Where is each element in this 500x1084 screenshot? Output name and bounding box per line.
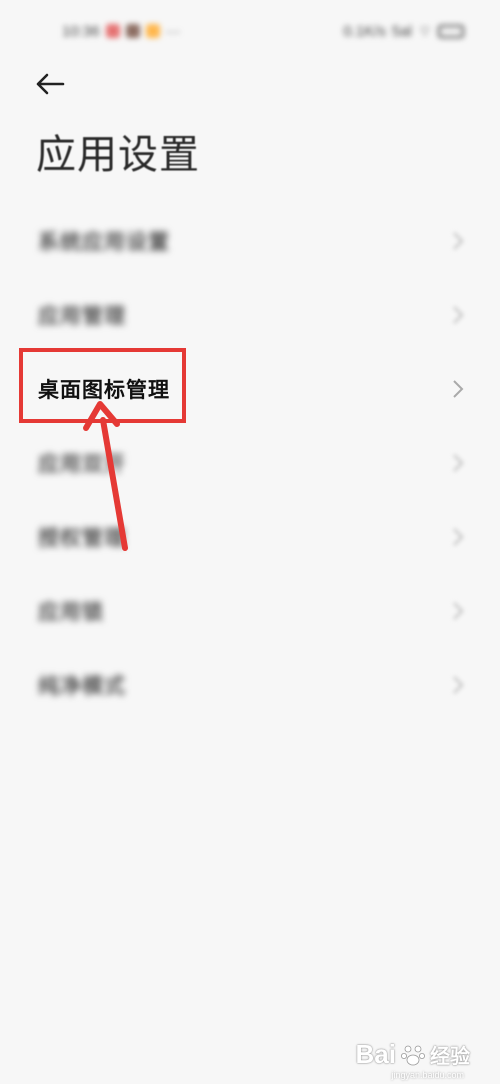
- menu-item-system-app-settings[interactable]: 系统应用设置: [0, 204, 500, 278]
- chevron-right-icon: [453, 232, 464, 250]
- status-bar-left: 10:36 ···: [62, 23, 181, 40]
- baidu-jingyan-watermark: Bai 经验: [356, 1039, 470, 1070]
- menu-item-pure-mode[interactable]: 纯净模式: [0, 648, 500, 722]
- menu-item-label: 纯净模式: [38, 674, 126, 698]
- menu-item-app-lock[interactable]: 应用锁: [0, 574, 500, 648]
- menu-item-label: 系统应用设置: [38, 230, 170, 254]
- menu-item-desktop-icon-management[interactable]: 桌面图标管理: [0, 352, 500, 426]
- menu-item-label: 桌面图标管理: [38, 378, 170, 402]
- notification-icon-3: [145, 24, 160, 38]
- chevron-right-icon: [453, 528, 464, 546]
- status-time: 10:36: [62, 22, 100, 40]
- more-notifications-icon: ···: [165, 22, 181, 40]
- wifi-icon: ⌔: [417, 22, 432, 40]
- menu-item-label: 应用管理: [38, 304, 126, 328]
- signal-icon: 5al: [391, 22, 412, 40]
- menu-item-label: 授权管理: [38, 526, 126, 550]
- watermark-brand-suffix: 经验: [430, 1046, 470, 1068]
- chevron-right-icon: [453, 306, 464, 324]
- menu-item-label: 应用锁: [38, 600, 104, 624]
- battery-icon: [438, 24, 464, 38]
- chevron-right-icon: [453, 676, 464, 694]
- paw-icon: [401, 1045, 425, 1065]
- watermark-brand: Bai: [355, 1039, 396, 1069]
- notification-icon-2: [125, 24, 140, 38]
- settings-menu-list: 系统应用设置 应用管理 桌面图标管理 应用双开 授权管理 应用锁 纯净模式: [0, 204, 500, 722]
- status-bar: 10:36 ··· 0.1K/s 5al ⌔: [0, 0, 500, 62]
- menu-item-dual-apps[interactable]: 应用双开: [0, 426, 500, 500]
- chevron-right-icon: [453, 380, 464, 398]
- back-button[interactable]: [30, 64, 70, 104]
- status-bar-right: 0.1K/s 5al ⌔: [343, 22, 464, 41]
- chevron-right-icon: [453, 602, 464, 620]
- menu-item-permission-management[interactable]: 授权管理: [0, 500, 500, 574]
- notification-icon-1: [105, 24, 120, 38]
- menu-item-app-management[interactable]: 应用管理: [0, 278, 500, 352]
- network-speed: 0.1K/s: [343, 22, 386, 40]
- chevron-right-icon: [453, 454, 464, 472]
- menu-item-label: 应用双开: [38, 452, 126, 476]
- page-title: 应用设置: [36, 132, 200, 178]
- watermark-url: jingyan.baidu.com: [391, 1070, 464, 1080]
- back-arrow-icon: [36, 73, 65, 95]
